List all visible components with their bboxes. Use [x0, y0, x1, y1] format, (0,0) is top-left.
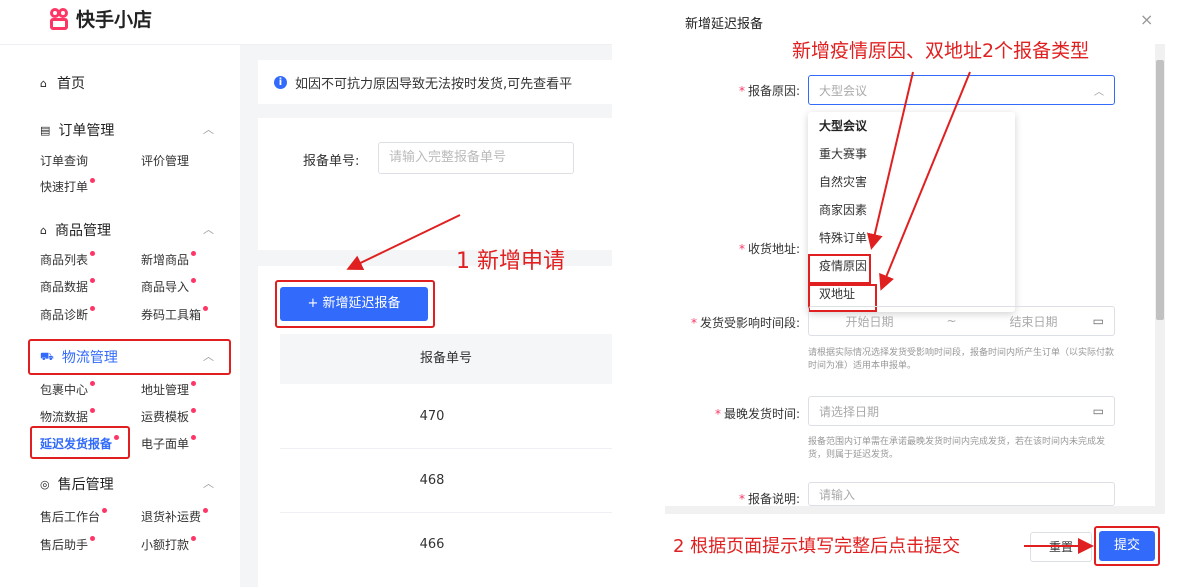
- annotation-arrows: [346, 71, 1094, 554]
- arrow-to-epidemic-option: [866, 71, 914, 250]
- arrow-to-add-button: [346, 214, 461, 270]
- arrow-to-dual-address-option: [879, 71, 971, 291]
